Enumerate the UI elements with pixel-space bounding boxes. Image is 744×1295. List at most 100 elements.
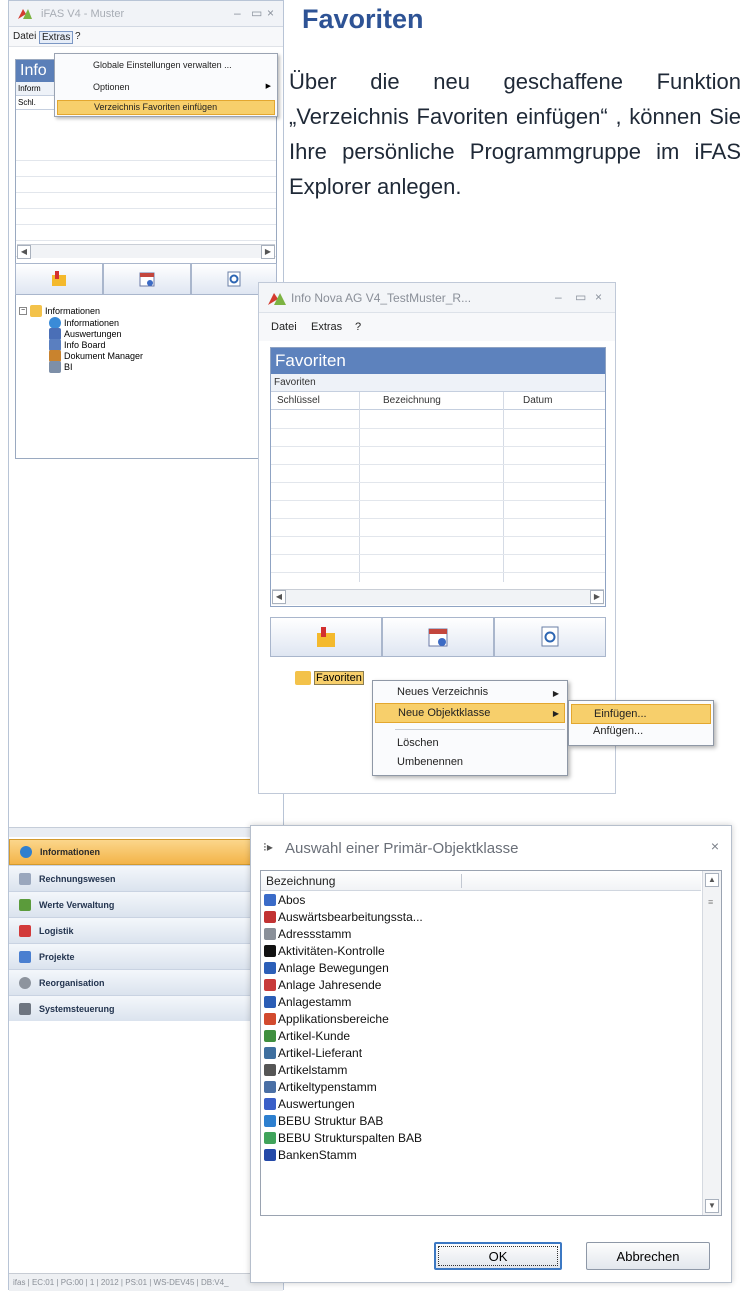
favorites-sublabel: Favoriten [271, 374, 605, 392]
list-item[interactable]: Artikel-Kunde [264, 1029, 350, 1043]
close-button[interactable]: × [267, 6, 274, 20]
nav-informationen[interactable]: Informationen [9, 839, 283, 865]
tree-item[interactable]: BI [49, 361, 73, 373]
list-item[interactable]: Adressstamm [264, 927, 351, 941]
submenu-arrow-icon: ▶ [552, 689, 559, 698]
nav-rechnungswesen[interactable]: Rechnungswesen [9, 865, 283, 891]
menu-item-einfuegen[interactable]: Einfügen... [571, 704, 711, 724]
nav-label: Informationen [40, 847, 100, 857]
list-item-label: BankenStamm [278, 1148, 357, 1162]
menu-help[interactable]: ? [75, 31, 81, 42]
favorites-panel: Favoriten Favoriten Schlüssel Bezeichnun… [270, 347, 606, 607]
folder-icon [30, 305, 42, 317]
list-vscrollbar[interactable]: ▲ ≡ ▼ [702, 871, 721, 1215]
list-item[interactable]: Anlage Bewegungen [264, 961, 389, 975]
toolbar-button-1[interactable] [15, 263, 103, 295]
left-hscrollbar[interactable]: ◀ ▶ [17, 244, 275, 259]
address-card-icon [264, 928, 276, 940]
tools-icon [19, 1002, 31, 1015]
article-customer-icon [264, 1030, 276, 1042]
year-end-icon [264, 979, 276, 991]
minimize-button[interactable]: – [234, 6, 241, 20]
scroll-left-button[interactable]: ◀ [17, 245, 31, 259]
article-supplier-icon [264, 1047, 276, 1059]
dialog-icon: ⁝▸ [263, 840, 273, 854]
scroll-grip-icon: ≡ [708, 897, 714, 907]
list-item[interactable]: Artikeltypenstamm [264, 1080, 377, 1094]
window2-hscrollbar[interactable]: ◀ ▶ [272, 589, 604, 605]
column-bezeichnung[interactable]: Bezeichnung [383, 395, 441, 406]
scroll-left-button[interactable]: ◀ [272, 590, 286, 604]
list-item[interactable]: Aktivitäten-Kontrolle [264, 944, 385, 958]
splitter[interactable] [9, 827, 283, 837]
nav-werte-verwaltung[interactable]: Werte Verwaltung [9, 891, 283, 917]
menu-item-new-object-class[interactable]: Neue Objektklasse [375, 703, 565, 723]
list-item[interactable]: BEBU Strukturspalten BAB [264, 1131, 422, 1145]
list-item[interactable]: Anlage Jahresende [264, 978, 381, 992]
toolbar-button-2[interactable] [382, 617, 494, 657]
toolbar-button-2[interactable] [103, 263, 191, 295]
list-header[interactable]: Bezeichnung [261, 871, 701, 891]
columns-icon [264, 1132, 276, 1144]
nav-systemsteuerung[interactable]: Systemsteuerung [9, 995, 283, 1021]
menu-item-delete[interactable]: Löschen [397, 737, 439, 749]
list-item[interactable]: Auswärtsbearbeitungssta... [264, 910, 423, 924]
scroll-up-button[interactable]: ▲ [705, 873, 719, 887]
cancel-button[interactable]: Abbrechen [586, 1242, 710, 1270]
menu-help[interactable]: ? [355, 321, 361, 333]
scroll-right-button[interactable]: ▶ [261, 245, 275, 259]
bi-icon [49, 361, 61, 373]
minimize-button[interactable]: – [555, 290, 562, 304]
list-item-label: Aktivitäten-Kontrolle [278, 944, 385, 958]
nav-reorganisation[interactable]: Reorganisation [9, 969, 283, 995]
toolbar-button-1[interactable] [270, 617, 382, 657]
nav-projekte[interactable]: Projekte [9, 943, 283, 969]
scroll-right-button[interactable]: ▶ [590, 590, 604, 604]
favorites-folder-icon [314, 625, 338, 649]
list-item[interactable]: Applikationsbereiche [264, 1012, 389, 1026]
menu-item-options[interactable]: Optionen [93, 82, 130, 92]
column-schluessel[interactable]: Schlüssel [277, 395, 320, 406]
menu-item-rename[interactable]: Umbenennen [397, 756, 463, 768]
nav-label: Werte Verwaltung [39, 899, 115, 910]
favorites-panel-title: Favoriten [271, 348, 605, 374]
extras-dropdown: Globale Einstellungen verwalten ... Opti… [54, 53, 278, 117]
submenu-arrow-icon: ▶ [552, 709, 559, 718]
select-object-class-dialog: ⁝▸ Auswahl einer Primär-Objektklasse × B… [250, 825, 732, 1283]
list-item[interactable]: Anlagestamm [264, 995, 351, 1009]
list-item[interactable]: BEBU Struktur BAB [264, 1114, 383, 1128]
left-window-title: iFAS V4 - Muster [41, 8, 125, 20]
menu-item-anfuegen[interactable]: Anfügen... [593, 725, 643, 737]
list-item[interactable]: BankenStamm [264, 1148, 357, 1162]
tree-node-favoriten[interactable]: Favoriten [295, 671, 364, 685]
users-icon [264, 894, 276, 906]
ok-button[interactable]: OK [434, 1242, 562, 1270]
maximize-button[interactable]: ▭ [251, 6, 262, 20]
context-menu: Neues Verzeichnis ▶ Neue Objektklasse ▶ … [372, 680, 568, 776]
close-button[interactable]: × [595, 290, 602, 304]
list-item-label: BEBU Struktur BAB [278, 1114, 384, 1128]
menu-extras[interactable]: Extras [39, 31, 74, 44]
column-datum[interactable]: Datum [523, 395, 552, 406]
project-icon [19, 950, 31, 963]
nav-label: Logistik [39, 925, 74, 936]
menu-item-insert-favorites[interactable]: Verzeichnis Favoriten einfügen [57, 100, 275, 115]
menu-item-new-folder[interactable]: Neues Verzeichnis [397, 686, 488, 698]
list-item[interactable]: Artikelstamm [264, 1063, 347, 1077]
menu-item-global-settings[interactable]: Globale Einstellungen verwalten ... [93, 60, 232, 70]
maximize-button[interactable]: ▭ [575, 290, 586, 304]
tree-root[interactable]: − Informationen [19, 305, 100, 317]
menu-extras[interactable]: Extras [311, 321, 342, 333]
list-item[interactable]: Artikel-Lieferant [264, 1046, 362, 1060]
list-item[interactable]: Auswertungen [264, 1097, 355, 1111]
scroll-down-button[interactable]: ▼ [705, 1199, 719, 1213]
menu-datei[interactable]: Datei [271, 321, 297, 333]
menu-datei[interactable]: Datei [13, 31, 36, 42]
toolbar-button-3[interactable] [494, 617, 606, 657]
collapse-icon[interactable]: − [19, 307, 27, 315]
nav-logistik[interactable]: Logistik [9, 917, 283, 943]
left-app-window: iFAS V4 - Muster – ▭ × Datei Extras ? In… [8, 0, 284, 1291]
list-item[interactable]: Abos [264, 893, 305, 907]
list-item-label: Artikeltypenstamm [278, 1080, 377, 1094]
dialog-close-button[interactable]: × [711, 838, 719, 854]
